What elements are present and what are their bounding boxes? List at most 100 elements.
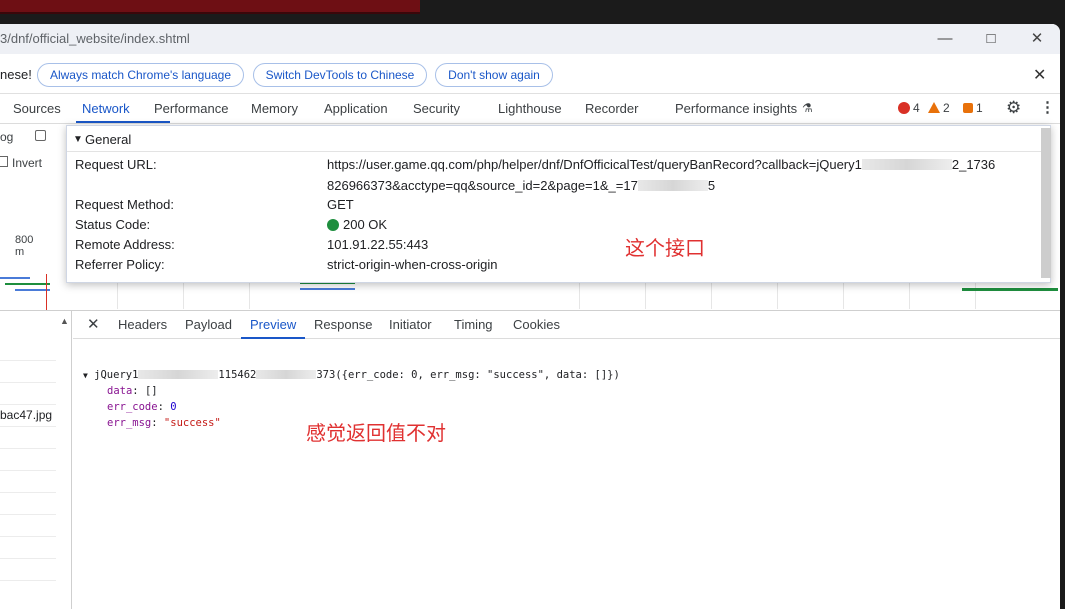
- referrer-policy-value: strict-origin-when-cross-origin: [327, 257, 498, 272]
- remote-address-key: Remote Address:: [75, 237, 175, 252]
- tab-application[interactable]: Application: [324, 101, 388, 116]
- list-item[interactable]: [0, 339, 56, 361]
- close-detail-icon[interactable]: ✕: [87, 315, 100, 333]
- timeline-gridline: [117, 279, 118, 309]
- timeline-gridline: [249, 279, 250, 309]
- timeline-gridline: [975, 279, 976, 309]
- tab-response[interactable]: Response: [314, 317, 373, 332]
- minimize-icon[interactable]: —: [934, 28, 956, 50]
- preview-field-err-code: err_code: 0: [107, 401, 177, 413]
- tab-performance-insights[interactable]: Performance insights: [675, 101, 797, 116]
- preview-root[interactable]: ▼ jQuery1 115462 373({err_code: 0, err_msg…: [83, 369, 620, 381]
- status-ok-icon: [327, 219, 339, 231]
- annotation-interface: 这个接口: [625, 236, 705, 260]
- waterfall-bar: [15, 289, 50, 291]
- dont-show-again-button[interactable]: Don't show again: [435, 63, 553, 87]
- list-item[interactable]: [0, 427, 56, 449]
- collapse-arrow-icon[interactable]: ▼: [73, 134, 83, 145]
- language-infobar: nese! Always match Chrome's language Swi…: [0, 54, 1060, 94]
- redacted-block: [138, 370, 219, 379]
- list-item[interactable]: bac47.jpg: [0, 405, 56, 427]
- timeline-gridline: [183, 279, 184, 309]
- maximize-icon[interactable]: □: [980, 28, 1002, 50]
- timeline-gridline: [843, 279, 844, 309]
- request-method-value: GET: [327, 197, 354, 212]
- annotation-wrong-value: 感觉返回值不对: [306, 421, 446, 445]
- list-item[interactable]: [0, 361, 56, 383]
- tab-security[interactable]: Security: [413, 101, 460, 116]
- request-method-key: Request Method:: [75, 197, 175, 212]
- preserve-log-label: og: [0, 130, 14, 144]
- waterfall-bar: [5, 283, 50, 285]
- list-item[interactable]: [0, 515, 56, 537]
- close-window-icon[interactable]: ✕: [1026, 28, 1048, 50]
- list-item[interactable]: [0, 537, 56, 559]
- switch-to-chinese-button[interactable]: Switch DevTools to Chinese: [253, 63, 427, 87]
- list-item[interactable]: [0, 449, 56, 471]
- redacted-block: [637, 180, 708, 191]
- general-headers-popup: ▼ General Request URL: https://user.game…: [66, 125, 1051, 283]
- request-detail-panel: ▲ bac47.jpg ✕ Headers Payload Preview Re…: [0, 310, 1060, 609]
- network-timeline: [45, 279, 1060, 309]
- tab-timing[interactable]: Timing: [454, 317, 493, 332]
- tab-performance[interactable]: Performance: [154, 101, 228, 116]
- tab-cookies[interactable]: Cookies: [513, 317, 560, 332]
- popup-scrollbar[interactable]: [1041, 128, 1051, 278]
- preview-field-err-msg: err_msg: "success": [107, 417, 221, 429]
- preview-field-data: data: []: [107, 385, 158, 397]
- timeline-marker: [46, 274, 47, 310]
- list-item[interactable]: [0, 383, 56, 405]
- request-url-value[interactable]: https://user.game.qq.com/php/helper/dnf/…: [327, 157, 995, 172]
- tab-preview[interactable]: Preview: [250, 317, 296, 332]
- issue-icon: [963, 103, 973, 113]
- timeline-gridline: [579, 279, 580, 309]
- background-edge: [1060, 0, 1065, 609]
- issues-counter[interactable]: 1: [963, 101, 983, 115]
- timeline-gridline: [711, 279, 712, 309]
- network-toolbar-left: og Invert 800 m: [0, 124, 46, 314]
- request-url-key: Request URL:: [75, 157, 157, 172]
- waterfall-bar: [962, 288, 1058, 291]
- always-match-language-button[interactable]: Always match Chrome's language: [37, 63, 244, 87]
- list-item[interactable]: [0, 493, 56, 515]
- list-item[interactable]: [0, 471, 56, 493]
- tab-lighthouse[interactable]: Lighthouse: [498, 101, 562, 116]
- general-title: General: [85, 132, 132, 147]
- close-infobar-icon[interactable]: ✕: [1033, 65, 1046, 85]
- timeline-gridline: [645, 279, 646, 309]
- more-options-icon[interactable]: ⋮: [1040, 98, 1055, 116]
- waterfall-bar: [300, 288, 355, 290]
- remote-address-value: 101.91.22.55:443: [327, 237, 429, 252]
- title-bar: 3/dnf/official_website/index.shtml — □ ✕: [0, 24, 1060, 54]
- status-code-key: Status Code:: [75, 217, 151, 232]
- general-section-header[interactable]: ▼ General: [67, 126, 1050, 152]
- invert-checkbox[interactable]: [0, 156, 8, 167]
- warning-counter[interactable]: 2: [928, 101, 950, 115]
- status-code-value: 200 OK: [327, 217, 387, 232]
- checkbox[interactable]: [35, 130, 46, 141]
- background-banner: [0, 0, 420, 14]
- error-counter[interactable]: 4: [898, 101, 920, 115]
- tab-payload[interactable]: Payload: [185, 317, 232, 332]
- scroll-up-icon[interactable]: ▲: [60, 316, 69, 326]
- timeline-tick-label: 800 m: [15, 234, 34, 258]
- tab-memory[interactable]: Memory: [251, 101, 298, 116]
- referrer-policy-key: Referrer Policy:: [75, 257, 165, 272]
- tab-initiator[interactable]: Initiator: [389, 317, 432, 332]
- request-list: ▲ bac47.jpg: [0, 311, 72, 609]
- active-tab-indicator: [76, 121, 170, 123]
- waterfall-bar: [0, 277, 30, 279]
- warning-icon: [928, 102, 940, 113]
- tab-headers[interactable]: Headers: [118, 317, 167, 332]
- preview-tab-indicator: [241, 337, 305, 339]
- expand-arrow-icon[interactable]: ▼: [83, 371, 88, 380]
- flask-icon: ⚗: [802, 101, 813, 115]
- list-item[interactable]: [0, 559, 56, 581]
- tab-recorder[interactable]: Recorder: [585, 101, 638, 116]
- settings-gear-icon[interactable]: ⚙: [1006, 98, 1021, 118]
- address-url[interactable]: 3/dnf/official_website/index.shtml: [0, 31, 190, 46]
- request-url-value-line2[interactable]: 826966373&acctype=qq&source_id=2&page=1&…: [327, 178, 715, 193]
- tab-sources[interactable]: Sources: [13, 101, 61, 116]
- browser-window: 3/dnf/official_website/index.shtml — □ ✕…: [0, 24, 1060, 609]
- tab-network[interactable]: Network: [82, 101, 130, 116]
